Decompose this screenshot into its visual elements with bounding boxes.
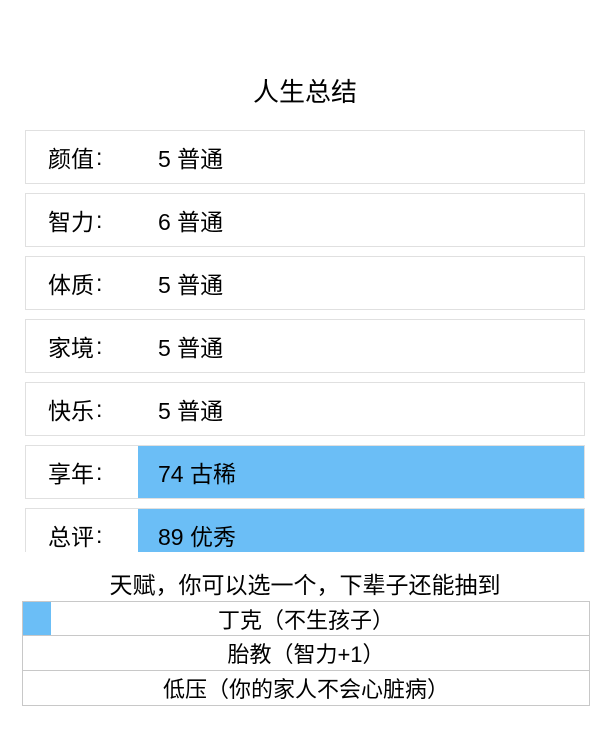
stat-value: 74 古稀 [138,446,584,498]
stat-row-age: 享年 74 古稀 [25,445,585,499]
stat-value: 5 普通 [138,257,584,309]
talent-option-prenatal[interactable]: 胎教（智力+1） [22,636,590,671]
stat-label: 家境 [26,320,138,372]
stat-row-overall: 总评 89 优秀 [25,508,585,552]
stat-label: 享年 [26,446,138,498]
stat-label: 总评 [26,509,138,552]
stat-row-family: 家境 5 普通 [25,319,585,373]
stat-row-constitution: 体质 5 普通 [25,256,585,310]
stat-label: 快乐 [26,383,138,435]
stat-row-intelligence: 智力 6 普通 [25,193,585,247]
stat-label: 颜值 [26,131,138,183]
stat-label: 体质 [26,257,138,309]
talent-name: 胎教（智力+1） [227,637,384,669]
stat-value: 5 普通 [138,320,584,372]
stat-label: 智力 [26,194,138,246]
talent-list: 丁克（不生孩子） 胎教（智力+1） 低压（你的家人不会心脏病） [22,601,590,706]
talent-name: 丁克（不生孩子） [218,603,394,635]
talent-option-lowpressure[interactable]: 低压（你的家人不会心脏病） [22,671,590,706]
page-title: 人生总结 [0,0,610,137]
stat-value: 5 普通 [138,383,584,435]
talents-header: 天赋，你可以选一个，下辈子还能抽到 [25,562,585,604]
talent-name: 低压（你的家人不会心脏病） [163,672,449,704]
stat-value: 6 普通 [138,194,584,246]
stat-row-happiness: 快乐 5 普通 [25,382,585,436]
stat-value: 89 优秀 [138,509,584,552]
talent-option-dink[interactable]: 丁克（不生孩子） [22,601,590,636]
stat-value: 5 普通 [138,131,584,183]
stats-scroll-area[interactable]: 颜值 5 普通 智力 6 普通 体质 5 普通 家境 5 普通 快乐 5 普通 … [25,130,585,552]
stat-row-appearance: 颜值 5 普通 [25,130,585,184]
